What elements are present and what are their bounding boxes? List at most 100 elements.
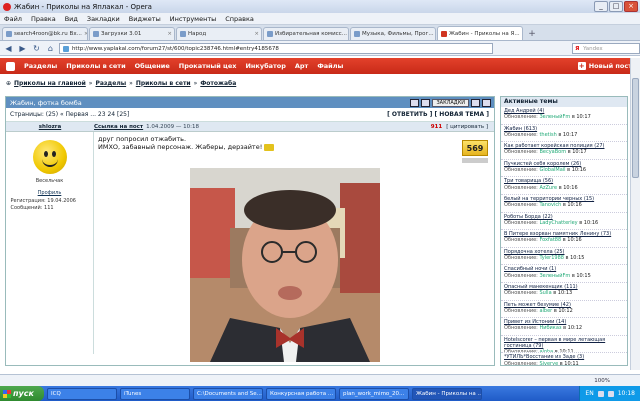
search-input[interactable]: Yandex [572,42,640,54]
post-author[interactable]: shlozra [6,124,94,130]
new-post-button[interactable]: + Новый пост [577,62,632,70]
nav-incubator[interactable]: Инкубатор [245,62,285,70]
topic-update: Обновление: Tyler1988 в 10:15 [504,255,624,261]
reply-newtopic-links[interactable]: [ ОТВЕТИТЬ ] [ НОВАЯ ТЕМА ] [387,111,489,118]
bookmarks-button[interactable]: ЗАКЛАДКИ [432,98,469,107]
post-link[interactable]: Ссылка на пост [94,124,143,130]
page-scrollbar[interactable] [630,58,640,370]
topic-user[interactable]: GlobalMail [539,167,565,173]
reload-icon[interactable]: ↻ [31,43,42,54]
topic-user[interactable]: AzZure [539,185,557,191]
browser-tab-active[interactable]: Жабин - Приколы на Я...× [437,26,523,40]
menu-edit[interactable]: Правка [31,15,56,23]
breadcrumb-item[interactable]: Разделы [95,80,126,87]
topic-user[interactable]: Sulla [539,290,551,296]
browser-tab[interactable]: Избирательная комисс...× [263,27,349,40]
back-icon[interactable]: ◀ [3,43,14,54]
menu-view[interactable]: Вид [65,15,78,23]
close-tab-icon[interactable]: × [84,31,87,37]
minimize-button[interactable]: _ [594,1,608,12]
nav-art[interactable]: Арт [295,62,308,70]
tray-icon[interactable] [597,390,604,397]
nav-fun[interactable]: Приколы в сети [66,62,125,70]
topic-item[interactable]: Пучкистей себя королем (26) Обновление: G… [501,160,627,178]
topic-item[interactable]: Дед Андрей (4) Обновление: ЗеленыйFm в 10… [501,107,627,125]
home-icon[interactable]: ⌂ [45,43,56,54]
topic-user[interactable]: Нибиказ [539,325,561,331]
nav-sections[interactable]: Разделы [24,62,57,70]
topic-item[interactable]: Опасный манекенщик (111) Обновление: Sull… [501,283,627,301]
quote-button[interactable]: [ цитировать ] [446,124,488,130]
taskbar-item[interactable]: ICQ [47,387,117,400]
tab-label: Жабин - Приколы на Я... [449,30,520,37]
menu-tools[interactable]: Инструменты [170,15,217,23]
browser-tab[interactable]: Загрузки 3.01 × [89,27,175,40]
language-indicator[interactable]: EN [585,390,593,397]
topic-item[interactable]: Привет из Истонии (14) Обновление: Нибика… [501,318,627,336]
share-icon[interactable] [471,98,480,107]
topic-user[interactable]: Tanovich [539,202,561,208]
topic-user[interactable]: ЗеленыйFm [539,273,570,279]
topic-item[interactable]: В Питере взорван памятник Ленину (73) Обн… [501,230,627,248]
topic-update-label: Обновление: [504,149,538,156]
menu-file[interactable]: Файл [4,15,22,23]
new-tab-button[interactable]: + [526,29,538,40]
menu-bookmarks[interactable]: Закладки [87,15,120,23]
topic-item[interactable]: белый на территории черных (15) Обновлени… [501,195,627,213]
taskbar-item[interactable]: Жабин - Приколы на ... [412,387,482,400]
post-number[interactable]: 911 [431,124,442,130]
nav-rental[interactable]: Прокатный цех [179,62,237,70]
taskbar-item[interactable]: C:\Documents and Se... [193,387,263,400]
topic-item[interactable]: Жабин (613) Обновление: thetish в 10:17 [501,125,627,143]
email-icon[interactable] [421,98,431,107]
url-field[interactable]: http://www.yaplakal.com/forum27/st/600/t… [58,42,494,54]
breadcrumb-item[interactable]: Приколы в сети [136,80,191,87]
topic-user[interactable]: BecyaBom [539,149,566,155]
rating-badge[interactable]: 569 [462,140,488,156]
topic-item[interactable]: Порядочна хотела (25) Обновление: Tyler19… [501,248,627,266]
tray-icon[interactable] [607,390,614,397]
topic-user[interactable]: Tyler1988 [539,255,563,261]
status-zoom[interactable]: 100% [594,378,610,384]
close-icon[interactable] [482,98,491,107]
forward-icon[interactable]: ▶ [17,43,28,54]
nav-files[interactable]: Файлы [317,62,343,70]
topic-title[interactable]: Hotelscorer – первая в мире летающая гос… [504,337,624,349]
taskbar-item[interactable]: plan_work_mimo_20... [339,387,409,400]
topic-item[interactable]: Петь может безумие (42) Обновление: alber… [501,301,627,319]
breadcrumb-item[interactable]: Фотожаба [200,80,236,87]
topic-item[interactable]: Hotelscorer – первая в мире летающая гос… [501,336,627,354]
profile-link[interactable]: Профиль [38,190,62,196]
close-tab-icon[interactable]: × [254,31,259,37]
topic-user[interactable]: ЗеленыйFm [539,114,570,120]
browser-tab[interactable]: search4roon@bk.ru Вх... × [2,27,88,40]
print-icon[interactable] [410,98,420,107]
rating-vote-bar[interactable] [462,158,488,163]
menu-widgets[interactable]: Виджеты [129,15,161,23]
browser-tab[interactable]: Музыка, Фильмы, Прог...× [350,27,436,40]
topic-item[interactable]: *УТИЛЬ*Восстание из Заде (3) Обновление: … [501,353,627,365]
topic-item[interactable]: Роботы Борда (22) Обновление: LadyChatter… [501,213,627,231]
close-tab-icon[interactable]: × [167,31,172,37]
page-links[interactable]: Страницы: (25) « Первая ... 23 24 [25] [10,111,129,118]
menu-help[interactable]: Справка [225,15,254,23]
topic-user[interactable]: alber [539,308,552,314]
taskbar-item[interactable]: Конкурсная работа ... [266,387,336,400]
topic-user[interactable]: LadyChatterley [539,220,577,226]
start-button[interactable]: пуск [0,386,44,401]
topic-user[interactable]: Foxfat88 [539,237,561,243]
maximize-button[interactable]: □ [609,1,623,12]
nav-talk[interactable]: Общение [135,62,170,70]
topic-item[interactable]: Три товарища (56) Обновление: AzZure в 10… [501,177,627,195]
taskbar-item[interactable]: iTunes [120,387,190,400]
close-button[interactable]: × [624,1,638,12]
scrollbar-thumb[interactable] [632,78,639,178]
breadcrumb-item[interactable]: Приколы на главной [14,80,86,87]
home-icon[interactable] [6,61,15,71]
topic-user[interactable]: thetish [539,132,556,138]
topic-user[interactable]: Siverye [539,361,558,365]
topic-item[interactable]: Как работает корейская полиция (27) Обнов… [501,142,627,160]
browser-tab[interactable]: Народ × [176,27,262,40]
topic-item[interactable]: Спасибный ночи (1) Обновление: ЗеленыйFm … [501,265,627,283]
close-tab-icon[interactable]: × [522,31,523,37]
